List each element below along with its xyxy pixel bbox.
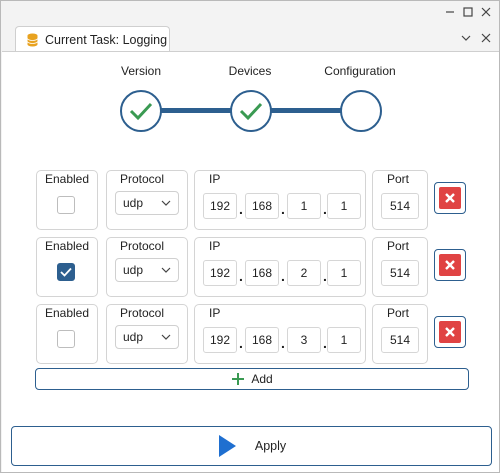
step-connector <box>270 108 342 113</box>
port-group: Port 514 <box>372 237 428 297</box>
chevron-down-icon <box>161 334 171 340</box>
ip-separator: . <box>239 201 243 217</box>
apply-button[interactable]: Apply <box>11 426 492 466</box>
port-label: Port <box>387 306 410 320</box>
close-icon <box>439 187 461 209</box>
device-row: Enabled Protocol udp IP 192 . 168 . 2 . <box>36 237 476 299</box>
ip-octet-input[interactable]: 168 <box>245 327 279 353</box>
protocol-value: udp <box>123 263 144 277</box>
step-label-configuration: Configuration <box>324 64 396 78</box>
ip-separator: . <box>281 335 285 351</box>
protocol-value: udp <box>123 330 144 344</box>
close-icon <box>439 321 461 343</box>
delete-row-button[interactable] <box>434 249 466 281</box>
tab-current-task[interactable]: Current Task: Logging <box>15 26 170 52</box>
minimize-icon[interactable] <box>443 5 457 19</box>
ip-separator: . <box>281 201 285 217</box>
protocol-group: Protocol udp <box>106 237 188 297</box>
ip-octet-input[interactable]: 1 <box>327 260 361 286</box>
port-input[interactable]: 514 <box>381 193 419 219</box>
play-icon <box>218 435 236 457</box>
protocol-group: Protocol udp <box>106 170 188 230</box>
device-row: Enabled Protocol udp IP 192 . 168 . 1 . … <box>36 170 476 232</box>
ip-label: IP <box>209 239 221 253</box>
chevron-down-icon <box>161 267 171 273</box>
ip-octet-input[interactable]: 168 <box>245 260 279 286</box>
enabled-label: Enabled <box>44 239 90 253</box>
ip-group: IP 192 . 168 . 1 . 1 <box>194 170 366 230</box>
enabled-group: Enabled <box>36 237 98 297</box>
checkmark-icon <box>129 102 153 121</box>
close-tab-icon[interactable] <box>479 31 493 45</box>
step-version[interactable] <box>120 90 162 132</box>
add-button-label: Add <box>251 372 273 386</box>
protocol-select[interactable]: udp <box>115 325 179 349</box>
ip-octet-input[interactable]: 3 <box>287 327 321 353</box>
enabled-group: Enabled <box>36 304 98 364</box>
step-connector <box>160 108 232 113</box>
checkmark-icon <box>60 267 72 277</box>
ip-label: IP <box>209 172 221 186</box>
protocol-label: Protocol <box>120 239 165 253</box>
add-device-button[interactable]: Add <box>35 368 469 390</box>
port-label: Port <box>387 239 410 253</box>
tab-title: Current Task: Logging <box>45 32 168 47</box>
enabled-label: Enabled <box>44 172 90 186</box>
close-icon <box>439 254 461 276</box>
delete-row-button[interactable] <box>434 316 466 348</box>
step-label-devices: Devices <box>228 64 272 78</box>
maximize-icon[interactable] <box>461 5 475 19</box>
ip-separator: . <box>281 268 285 284</box>
enabled-checkbox[interactable] <box>57 196 75 214</box>
tab-content: Version Devices Configuration Enabled Pr… <box>2 51 499 472</box>
chevron-down-icon <box>161 200 171 206</box>
ip-octet-input[interactable]: 1 <box>327 193 361 219</box>
enabled-checkbox[interactable] <box>57 330 75 348</box>
protocol-value: udp <box>123 196 144 210</box>
ip-octet-input[interactable]: 192 <box>203 260 237 286</box>
port-input[interactable]: 514 <box>381 327 419 353</box>
ip-octet-input[interactable]: 192 <box>203 193 237 219</box>
port-label: Port <box>387 172 410 186</box>
enabled-label: Enabled <box>44 306 90 320</box>
protocol-label: Protocol <box>120 172 165 186</box>
close-window-icon[interactable] <box>479 5 493 19</box>
wizard-stepper: Version Devices Configuration <box>2 62 499 132</box>
port-input[interactable]: 514 <box>381 260 419 286</box>
apply-button-label: Apply <box>254 439 287 453</box>
protocol-group: Protocol udp <box>106 304 188 364</box>
ip-group: IP 192 . 168 . 2 . 1 <box>194 237 366 297</box>
enabled-group: Enabled <box>36 170 98 230</box>
ip-octet-input[interactable]: 168 <box>245 193 279 219</box>
tab-controls <box>459 31 493 45</box>
ip-octet-input[interactable]: 1 <box>287 193 321 219</box>
ip-separator: . <box>239 335 243 351</box>
port-group: Port 514 <box>372 170 428 230</box>
port-group: Port 514 <box>372 304 428 364</box>
app-window: Current Task: Logging Version Devices Co… <box>0 0 500 473</box>
step-configuration[interactable] <box>340 90 382 132</box>
ip-octet-input[interactable]: 192 <box>203 327 237 353</box>
protocol-select[interactable]: udp <box>115 258 179 282</box>
ip-octet-input[interactable]: 2 <box>287 260 321 286</box>
protocol-label: Protocol <box>120 306 165 320</box>
protocol-select[interactable]: udp <box>115 191 179 215</box>
step-label-version: Version <box>120 64 162 78</box>
checkmark-icon <box>239 102 263 121</box>
ip-octet-input[interactable]: 1 <box>327 327 361 353</box>
plus-icon <box>232 373 245 385</box>
ip-group: IP 192 . 168 . 3 . 1 <box>194 304 366 364</box>
database-icon <box>27 33 38 46</box>
window-controls <box>443 5 493 19</box>
step-devices[interactable] <box>230 90 272 132</box>
delete-row-button[interactable] <box>434 182 466 214</box>
ip-label: IP <box>209 306 221 320</box>
device-row: Enabled Protocol udp IP 192 . 168 . 3 . … <box>36 304 476 366</box>
enabled-checkbox[interactable] <box>57 263 75 281</box>
ip-separator: . <box>239 268 243 284</box>
chevron-down-icon[interactable] <box>459 31 473 45</box>
